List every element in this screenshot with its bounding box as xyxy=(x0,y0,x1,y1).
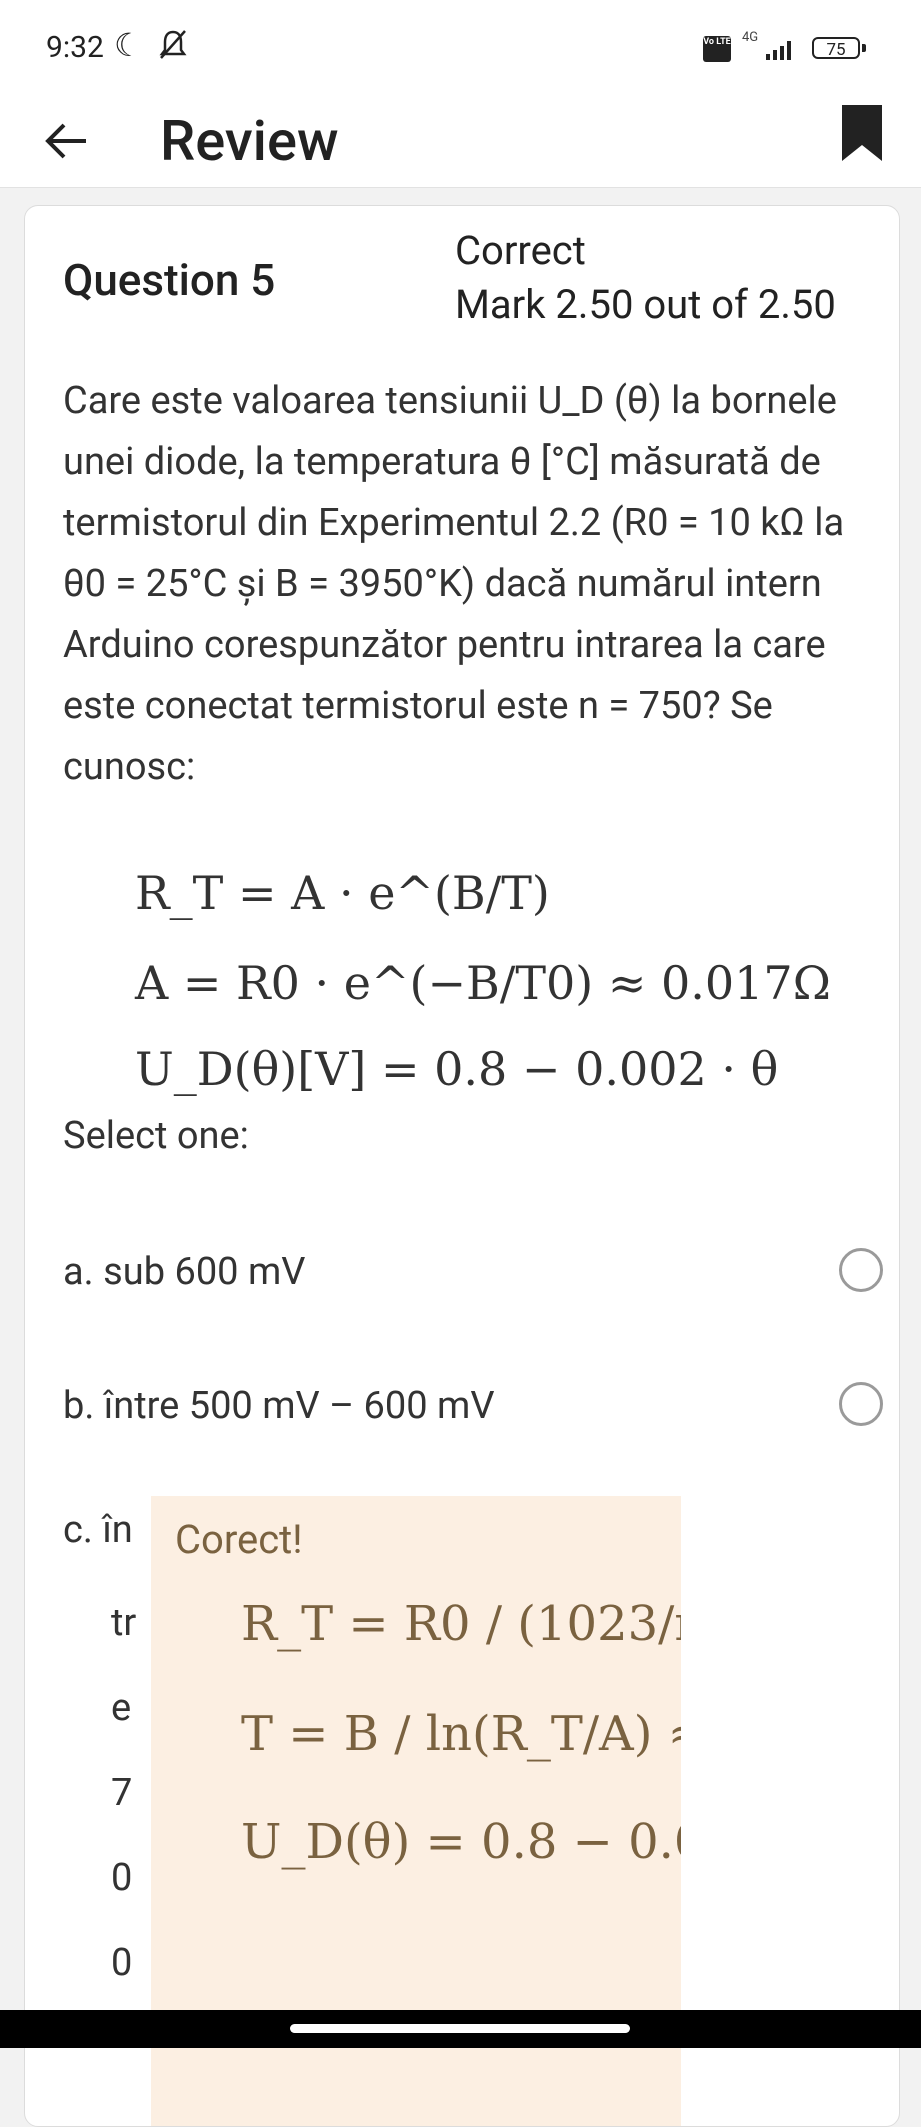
formula-ud: U_D(θ)[V] = 0.8 − 0.002 · θ xyxy=(135,1042,779,1096)
bell-muted-icon xyxy=(159,30,187,59)
select-one-label: Select one: xyxy=(63,1114,249,1158)
bookmark-icon[interactable] xyxy=(840,103,884,163)
status-time: 9:32 xyxy=(46,30,104,65)
option-c-fragment: tr xyxy=(111,1601,137,1645)
option-a-letter: a. xyxy=(63,1250,94,1294)
app-bar: Review xyxy=(0,95,921,188)
option-a-text: sub 600 mV xyxy=(103,1250,306,1294)
back-arrow-icon[interactable] xyxy=(42,117,90,165)
option-b-letter: b. xyxy=(63,1384,95,1428)
home-indicator[interactable] xyxy=(290,2024,630,2033)
option-a[interactable]: a. sub 600 mV xyxy=(63,1242,883,1302)
signal-icon xyxy=(766,41,791,60)
feedback-title: Corect! xyxy=(175,1516,303,1563)
question-number: Question 5 xyxy=(63,254,276,306)
page-title: Review xyxy=(160,108,339,174)
option-b-text: între 500 mV – 600 mV xyxy=(103,1384,495,1428)
feedback-eq-ud: U_D(θ) = 0.8 − 0.00 xyxy=(241,1814,681,1870)
battery-tip xyxy=(862,44,866,52)
do-not-disturb-icon: ☾ xyxy=(114,26,143,64)
option-c-fragment: 0 xyxy=(111,1856,133,1900)
status-bar: 9:32 ☾ Vo LTE 4G 75 xyxy=(0,0,921,95)
option-b[interactable]: b. între 500 mV – 600 mV xyxy=(63,1376,883,1436)
battery-icon: 75 xyxy=(812,37,860,60)
option-c[interactable]: c. în xyxy=(63,1508,133,1552)
option-a-radio[interactable] xyxy=(839,1248,883,1292)
option-c-fragment: 0 xyxy=(111,1941,133,1985)
option-c-text: în xyxy=(102,1508,133,1552)
network-type: 4G xyxy=(742,30,759,45)
question-card: Question 5 Correct Mark 2.50 out of 2.50… xyxy=(24,205,900,2127)
option-c-letter: c. xyxy=(63,1508,93,1552)
question-text: Care este valoarea tensiunii U_D (θ) la … xyxy=(63,379,845,789)
system-nav-bar xyxy=(0,2010,921,2048)
feedback-eq-rt: R_T = R0 / (1023/n − 1) ≈ 27.4 xyxy=(241,1596,681,1652)
question-status: Correct Mark 2.50 out of 2.50 xyxy=(455,224,836,332)
option-c-fragment: e xyxy=(111,1686,132,1730)
option-c-fragment: 7 xyxy=(111,1771,133,1815)
question-mark: Mark 2.50 out of 2.50 xyxy=(455,281,836,328)
volte-icon: Vo LTE xyxy=(703,36,731,62)
formula-rt: R_T = A · e^(B/T) xyxy=(135,866,550,920)
option-b-radio[interactable] xyxy=(839,1382,883,1426)
formula-a: A = R0 · e^(−B/T0) ≈ 0.017Ω xyxy=(135,956,831,1010)
feedback-eq-t: T = B / ln(R_T/A) ≈ 276.3° xyxy=(241,1706,681,1762)
question-state: Correct xyxy=(455,227,586,274)
